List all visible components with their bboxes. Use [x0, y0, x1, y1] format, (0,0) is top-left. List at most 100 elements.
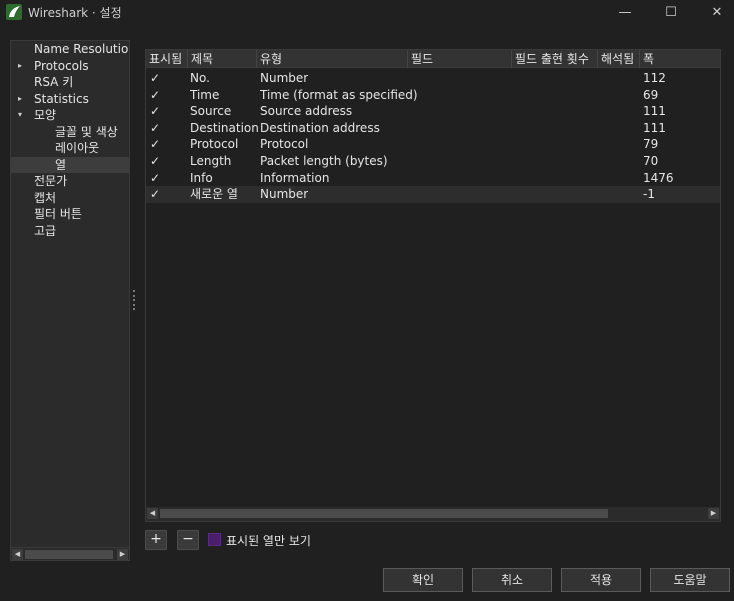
maximize-button[interactable]: ☐ [651, 0, 691, 24]
tree-item-expert[interactable]: 전문가 [11, 173, 129, 190]
scrollbar-thumb[interactable] [160, 509, 608, 518]
table-row[interactable]: ✓ Protocol Protocol 79 [146, 136, 720, 153]
tree-item-label: Statistics [34, 91, 89, 106]
cell-width: 111 [643, 120, 666, 135]
scroll-left-arrow-icon[interactable]: ◀ [147, 508, 158, 519]
add-column-button[interactable]: + [145, 530, 167, 550]
cell-type: Source address [260, 104, 353, 119]
tree-item-appearance[interactable]: ▾ 모양 [11, 107, 129, 124]
tree-item-font-colors[interactable]: 글꼴 및 색상 [11, 124, 129, 141]
tree-item-statistics[interactable]: ▸ Statistics [11, 91, 129, 108]
tree-item-label: 필터 버튼 [34, 207, 82, 221]
checkbox-checked-icon[interactable]: ✓ [150, 122, 162, 134]
table-row[interactable]: ✓ No. Number 112 [146, 70, 720, 87]
cell-title: Destination [190, 120, 259, 135]
cell-width: 79 [643, 137, 659, 152]
tree-item-label: 모양 [34, 108, 57, 122]
checkbox-checked-icon[interactable]: ✓ [150, 72, 162, 84]
checkbox-checked-icon[interactable]: ✓ [150, 105, 162, 117]
table-horizontal-scrollbar[interactable]: ◀ ▶ [146, 507, 720, 521]
tree-item-advanced[interactable]: 고급 [11, 223, 129, 240]
tree-item-label: RSA 키 [34, 75, 74, 89]
scroll-left-arrow-icon[interactable]: ◀ [12, 549, 23, 560]
tree-item-label: Protocols [34, 58, 89, 73]
tree-item-layout[interactable]: 레이아웃 [11, 140, 129, 157]
cell-title: Length [190, 154, 232, 168]
preferences-tree[interactable]: Name Resolution ▸ Protocols RSA 키 ▸ Stat… [10, 40, 130, 561]
minimize-button[interactable]: — [605, 0, 645, 24]
chevron-down-icon[interactable]: ▾ [18, 107, 22, 123]
table-row[interactable]: ✓ Destination Destination address 111 [146, 120, 720, 137]
splitter-handle[interactable] [132, 290, 135, 310]
close-button[interactable]: ✕ [697, 0, 734, 24]
cell-title: Info [190, 170, 213, 185]
plus-icon: + [150, 531, 162, 547]
tree-item-label: 레이아웃 [55, 141, 100, 155]
table-row[interactable]: ✓ Time Time (format as specified) 69 [146, 87, 720, 104]
tree-item-protocols[interactable]: ▸ Protocols [11, 58, 129, 75]
table-header: 표시됨 제목 유형 필드 필드 출현 횟수 해석됨 폭 [146, 50, 720, 68]
cell-title: Source [190, 104, 232, 119]
cell-width: 69 [643, 87, 659, 102]
table-row-selected[interactable]: ✓ 새로운 열 Number -1 [146, 186, 720, 203]
column-header-field[interactable]: 필드 [408, 50, 512, 68]
cell-type: Destination address [260, 120, 380, 135]
show-displayed-only-checkbox[interactable] [208, 533, 221, 546]
cell-title: Time [190, 87, 220, 102]
title-bar: Wireshark · 설정 — ☐ ✕ [0, 0, 734, 24]
remove-column-button[interactable]: − [177, 530, 199, 550]
cell-width: 70 [643, 154, 659, 168]
column-header-title[interactable]: 제목 [188, 50, 257, 68]
scroll-right-arrow-icon[interactable]: ▶ [708, 508, 719, 519]
columns-table[interactable]: 표시됨 제목 유형 필드 필드 출현 횟수 해석됨 폭 ✓ No. Number… [145, 49, 721, 522]
chevron-right-icon[interactable]: ▸ [18, 91, 22, 107]
cell-type: Time (format as specified) [260, 87, 418, 102]
tree-item-filter-buttons[interactable]: 필터 버튼 [11, 206, 129, 223]
maximize-icon: ☐ [665, 4, 677, 20]
checkbox-checked-icon[interactable]: ✓ [150, 138, 162, 150]
tree-item-label: Name Resolution [34, 42, 130, 56]
cell-title: No. [190, 71, 210, 85]
scroll-right-arrow-icon[interactable]: ▶ [117, 549, 128, 560]
cell-type: Protocol [260, 137, 309, 152]
chevron-right-icon[interactable]: ▸ [18, 58, 22, 74]
checkbox-checked-icon[interactable]: ✓ [150, 172, 162, 184]
tree-item-columns[interactable]: 열 [11, 156, 129, 173]
tree-item-name-resolution[interactable]: Name Resolution [11, 41, 129, 58]
tree-item-rsa-keys[interactable]: RSA 키 [11, 74, 129, 91]
checkbox-checked-icon[interactable]: ✓ [150, 188, 162, 200]
show-displayed-only-label[interactable]: 표시된 열만 보기 [226, 532, 311, 549]
table-row[interactable]: ✓ Length Packet length (bytes) 70 [146, 153, 720, 170]
help-button[interactable]: 도움말 [650, 568, 730, 592]
cell-type: Number [260, 187, 309, 202]
tree-item-capture[interactable]: 캡처 [11, 190, 129, 207]
tree-item-label: 전문가 [34, 174, 68, 188]
column-header-resolved[interactable]: 해석됨 [598, 50, 640, 68]
column-header-displayed[interactable]: 표시됨 [146, 50, 188, 68]
cell-width: -1 [643, 187, 655, 202]
minimize-icon: — [618, 4, 632, 20]
wireshark-fin-icon [6, 4, 22, 20]
tree-item-label: 열 [55, 157, 67, 172]
checkbox-checked-icon[interactable]: ✓ [150, 155, 162, 167]
table-row[interactable]: ✓ Source Source address 111 [146, 103, 720, 120]
tree-horizontal-scrollbar[interactable]: ◀ ▶ [11, 547, 129, 560]
window-title: Wireshark · 설정 [28, 6, 122, 20]
column-header-width[interactable]: 폭 [640, 50, 720, 68]
column-header-type[interactable]: 유형 [257, 50, 408, 68]
scrollbar-thumb[interactable] [25, 550, 113, 559]
cell-width: 1476 [643, 170, 674, 185]
tree-item-label: 고급 [34, 223, 57, 238]
tree-item-label: 캡처 [34, 190, 57, 205]
cell-type: Packet length (bytes) [260, 154, 388, 168]
column-header-field-occurrence[interactable]: 필드 출현 횟수 [512, 50, 598, 68]
table-row[interactable]: ✓ Info Information 1476 [146, 170, 720, 187]
ok-button[interactable]: 확인 [383, 568, 463, 592]
cell-width: 112 [643, 71, 666, 85]
cell-width: 111 [643, 104, 666, 119]
tree-item-label: 글꼴 및 색상 [55, 124, 118, 139]
apply-button[interactable]: 적용 [561, 568, 641, 592]
close-icon: ✕ [711, 4, 723, 20]
cancel-button[interactable]: 취소 [472, 568, 552, 592]
checkbox-checked-icon[interactable]: ✓ [150, 89, 162, 101]
